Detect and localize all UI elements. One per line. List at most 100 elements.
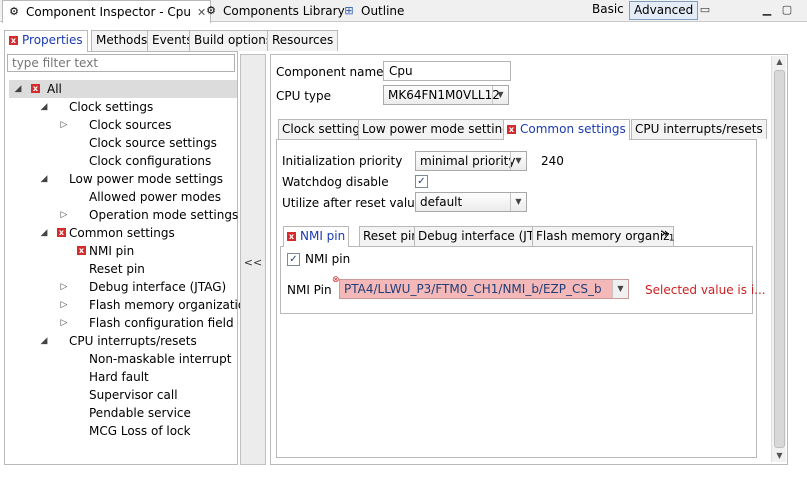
tab-label: Component Inspector - Cpu [26,5,192,19]
chevron-down-icon: ▼ [492,86,508,104]
error-icon: x [287,232,296,241]
error-icon: x [31,84,40,93]
tree-item[interactable]: Pendable service [5,404,235,422]
tree-item-label: Clock configurations [89,154,212,168]
collapsed-arrow-icon[interactable]: ▷ [59,296,69,314]
scroll-down-icon[interactable]: ▼ [772,450,787,462]
tree-item[interactable]: Allowed power modes [5,188,235,206]
nmi-pin-label: NMI Pin [287,283,332,297]
tree-item[interactable]: ◢ x Common settings [5,224,235,242]
tree-item[interactable]: ◢ x All [5,80,235,98]
tree-item-label: Supervisor call [89,388,178,402]
tree-item-label: Allowed power modes [89,190,222,204]
tree-item-label: Reset pin [89,262,145,276]
tab-outline[interactable]: ⊞ Outline [338,0,408,22]
tree-item-label: Non-maskable interrupt [89,352,232,366]
component-name-label: Component name [276,65,384,79]
expanded-arrow-icon[interactable]: ◢ [39,332,49,350]
filter-input[interactable] [7,54,235,72]
basic-mode-button[interactable]: Basic [588,1,628,20]
expanded-arrow-icon[interactable]: ◢ [39,98,49,116]
nmi-error-message: Selected value is i... [645,283,766,297]
tree-item-label: CPU interrupts/resets [69,334,197,348]
tab-methods[interactable]: Methods [91,30,153,51]
tab-common-settings[interactable]: x Common settings [503,119,630,140]
init-priority-label: Initialization priority [282,154,403,168]
collapsed-arrow-icon[interactable]: ▷ [59,314,69,332]
collapsed-arrow-icon[interactable]: ▷ [59,278,69,296]
tab-flash-memory-organization[interactable]: Flash memory organiz [532,226,674,246]
error-icon: x [9,36,18,45]
maximize-icon[interactable]: ▢ [780,3,794,17]
scrollbar-thumb[interactable] [774,70,785,448]
tab-label: Outline [361,4,405,18]
view-tab-bar: ⚙ Component Inspector - Cpu ✕ ⚙ Componen… [0,0,807,23]
tree-item[interactable]: Clock configurations [5,152,235,170]
tab-properties[interactable]: x Properties [4,30,88,52]
tab-nmi-pin[interactable]: x NMI pin [283,226,350,247]
tab-debug-interface[interactable]: Debug interface (JTA [414,226,546,246]
tree-item-label: Flash memory organization [89,298,253,312]
tab-resources[interactable]: Resources [267,30,339,51]
tab-components-library[interactable]: ⚙ Components Library [200,0,349,22]
tree-item[interactable]: Hard fault [5,368,235,386]
common-settings-content: Initialization priority minimal priority… [276,139,766,458]
panel-splitter[interactable]: << [240,54,266,465]
tree-item-label: Pendable service [89,406,191,420]
tree-item-label: Clock sources [89,118,172,132]
expanded-arrow-icon[interactable]: ◢ [39,224,49,242]
tree-item-label: Hard fault [89,370,149,384]
tree-item-label: NMI pin [89,244,135,258]
watchdog-label: Watchdog disable [282,175,389,189]
tree-item[interactable]: Supervisor call [5,386,235,404]
properties-detail-panel: Component name Cpu CPU type MK64FN1M0VLL… [270,54,788,465]
collapse-tree-button[interactable]: << [241,255,265,271]
scroll-up-icon[interactable]: ▲ [772,56,787,68]
tree-item[interactable]: ▷ Clock sources [5,116,235,134]
tree-item[interactable]: ▷ Flash memory organization [5,296,253,314]
tree-item-label: Clock settings [69,100,154,114]
tree-item-label: MCG Loss of lock [89,424,191,438]
tab-low-power-mode-settings[interactable]: Low power mode settings [358,119,521,139]
expanded-arrow-icon[interactable]: ◢ [39,170,49,188]
collapsed-arrow-icon[interactable]: ▷ [59,116,69,134]
minimize-icon[interactable]: ▁ [760,3,774,17]
view-menu-icon[interactable]: ▭ [698,3,712,17]
properties-tree-panel: ◢xAll◢Clock settings▷Clock sourcesClock … [4,51,253,465]
tab-build-options[interactable]: Build options [189,30,278,51]
tree-item[interactable]: Clock source settings [5,134,235,152]
more-tabs-button[interactable]: »1 [661,226,675,243]
tree-item[interactable]: x NMI pin [5,242,235,260]
outline-icon: ⊞ [344,4,354,17]
utilize-select[interactable]: default ▼ [415,192,527,212]
tree-item[interactable]: ▷ Debug interface (JTAG) [5,278,235,296]
tab-cpu-interrupts-resets[interactable]: CPU interrupts/resets [631,119,767,139]
cpu-type-select[interactable]: MK64FN1M0VLL12 ▼ [383,85,509,105]
expanded-arrow-icon[interactable]: ◢ [13,80,23,98]
vertical-scrollbar[interactable]: ▲ ▼ [771,56,786,462]
component-inspector-icon: ⚙ [9,5,19,18]
tree-item[interactable]: Reset pin [5,260,235,278]
tab-component-inspector[interactable]: ⚙ Component Inspector - Cpu ✕ [2,0,212,23]
tree-item[interactable]: ◢ Clock settings [5,98,235,116]
tree-item[interactable]: ▷ Flash configuration field [5,314,235,332]
tree-item[interactable]: ◢ CPU interrupts/resets [5,332,235,350]
tab-clock-settings[interactable]: Clock settings [278,119,371,139]
init-priority-number: 240 [541,154,564,168]
watchdog-checkbox[interactable]: ✓ [415,175,428,188]
tree-item[interactable]: Non-maskable interrupt [5,350,235,368]
nmi-pin-checkbox[interactable]: ✓ [287,253,300,266]
chevron-down-icon: ▼ [612,280,628,298]
nmi-pin-checkbox-label: NMI pin [305,252,351,266]
tree-item[interactable]: ◢ Low power mode settings [5,170,235,188]
nmi-pin-select[interactable]: PTA4/LLWU_P3/FTM0_CH1/NMI_b/EZP_CS_b ▼ [339,279,629,299]
advanced-mode-button[interactable]: Advanced [629,1,699,20]
tree-item-label: Flash configuration field [89,316,234,330]
collapsed-arrow-icon[interactable]: ▷ [59,206,69,224]
component-name-field[interactable]: Cpu [383,61,511,81]
utilize-label: Utilize after reset values [282,196,429,210]
tree-item[interactable]: ▷ Operation mode settings [5,206,239,224]
components-library-icon: ⚙ [206,4,216,17]
init-priority-select[interactable]: minimal priority ▼ [415,151,527,171]
tree-item[interactable]: MCG Loss of lock [5,422,235,440]
